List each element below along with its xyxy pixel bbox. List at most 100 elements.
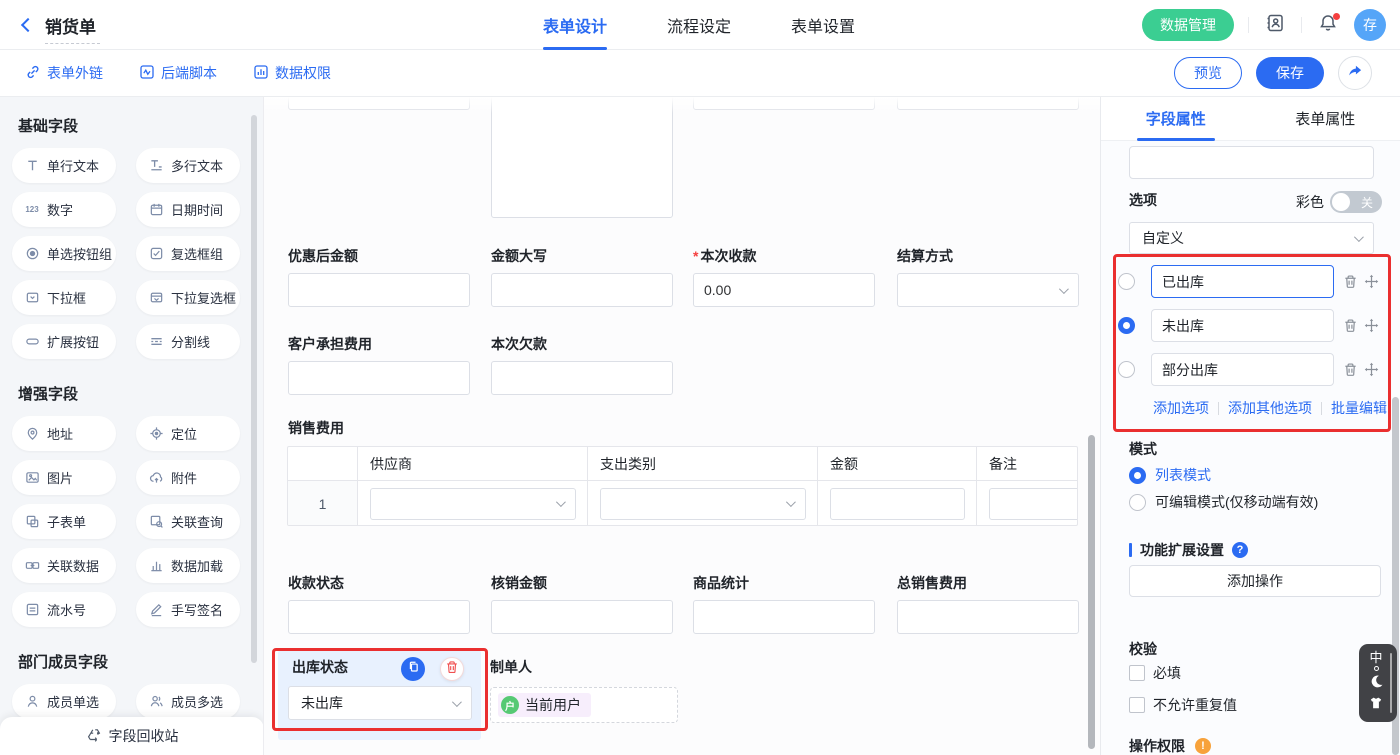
number-input[interactable]: 0.00 — [693, 273, 875, 307]
move-option-handle[interactable] — [1363, 317, 1380, 334]
option-text-input[interactable]: 部分出库 — [1151, 353, 1334, 386]
field-current-payment[interactable]: *本次收款 0.00 — [693, 248, 875, 307]
field-writeoff-amount[interactable]: 核销金额 — [491, 575, 673, 634]
delete-field-button[interactable] — [440, 657, 464, 681]
page-title[interactable]: 销货单 — [45, 13, 100, 44]
field-image[interactable]: 图片 — [12, 460, 116, 495]
maker-field-box[interactable]: 户 当前用户 — [490, 687, 678, 723]
select-input[interactable] — [897, 273, 1079, 307]
mode-editable-option[interactable]: 可编辑模式(仅移动端有效) — [1129, 492, 1318, 512]
canvas-scrollbar[interactable] — [1088, 435, 1095, 749]
mode-list-option[interactable]: 列表模式 — [1129, 465, 1211, 485]
mode-radio-selected[interactable] — [1129, 467, 1146, 484]
clipped-input-1[interactable] — [288, 97, 470, 110]
share-button[interactable] — [1338, 56, 1372, 90]
language-zh-icon[interactable]: 中 — [1369, 651, 1382, 664]
field-multi-line-text[interactable]: 多行文本 — [136, 148, 240, 183]
text-input[interactable] — [897, 600, 1079, 634]
field-divider[interactable]: 分割线 — [136, 324, 240, 359]
form-link-button[interactable]: 表单外链 — [25, 63, 103, 83]
user-avatar[interactable]: 存 — [1354, 9, 1386, 41]
copy-field-button[interactable] — [401, 657, 425, 681]
option-source-select[interactable]: 自定义 — [1129, 222, 1374, 254]
text-input[interactable] — [693, 600, 875, 634]
outbound-status-select[interactable]: 未出库 — [288, 686, 472, 720]
back-button[interactable] — [16, 13, 40, 37]
tab-form-design[interactable]: 表单设计 — [543, 0, 607, 50]
option-radio-selected[interactable] — [1118, 317, 1135, 334]
field-data-load[interactable]: 数据加载 — [136, 548, 240, 583]
field-attachment[interactable]: 附件 — [136, 460, 240, 495]
text-input[interactable] — [491, 273, 673, 307]
field-multi-dropdown[interactable]: 下拉复选框 — [136, 280, 240, 315]
contacts-button[interactable] — [1263, 13, 1287, 37]
dark-mode-moon-icon[interactable] — [1369, 674, 1384, 694]
field-single-line-text[interactable]: 单行文本 — [12, 148, 116, 183]
theme-shirt-icon[interactable] — [1369, 696, 1383, 715]
field-geolocation[interactable]: 定位 — [136, 416, 240, 451]
expense-category-select[interactable] — [600, 488, 806, 520]
mode-radio[interactable] — [1129, 494, 1146, 511]
field-discounted-amount[interactable]: 优惠后金额 — [288, 248, 470, 307]
notification-button[interactable] — [1316, 13, 1340, 37]
option-text-input[interactable]: 已出库 — [1151, 265, 1334, 298]
text-input[interactable] — [288, 600, 470, 634]
option-radio[interactable] — [1118, 361, 1135, 378]
field-product-stats[interactable]: 商品统计 — [693, 575, 875, 634]
field-current-arrears[interactable]: 本次欠款 — [491, 336, 673, 395]
delete-option-button[interactable] — [1342, 273, 1359, 290]
field-datetime[interactable]: 日期时间 — [136, 192, 240, 227]
clipped-input-2[interactable] — [693, 97, 875, 110]
field-customer-fee[interactable]: 客户承担费用 — [288, 336, 470, 395]
sidebar-scrollbar[interactable] — [251, 115, 257, 663]
field-address[interactable]: 地址 — [12, 416, 116, 451]
amount-input[interactable] — [830, 488, 965, 520]
help-icon[interactable]: ? — [1232, 542, 1248, 558]
tab-field-properties[interactable]: 字段属性 — [1101, 97, 1251, 140]
field-dropdown[interactable]: 下拉框 — [12, 280, 116, 315]
no-duplicate-checkbox[interactable] — [1129, 697, 1145, 713]
text-input[interactable] — [288, 361, 470, 395]
add-other-option-link[interactable]: 添加其他选项 — [1228, 398, 1312, 418]
field-recycle-bin[interactable]: 字段回收站 — [0, 717, 264, 755]
field-settlement-method[interactable]: 结算方式 — [897, 248, 1079, 307]
batch-edit-link[interactable]: 批量编辑 — [1331, 398, 1387, 418]
preview-button[interactable]: 预览 — [1174, 57, 1242, 89]
color-toggle[interactable]: 关 — [1330, 191, 1382, 213]
option-radio[interactable] — [1118, 273, 1135, 290]
clipped-textarea[interactable] — [491, 97, 673, 218]
add-action-button[interactable]: 添加操作 — [1129, 565, 1381, 597]
field-member-multi[interactable]: 成员多选 — [136, 684, 240, 719]
move-option-handle[interactable] — [1363, 361, 1380, 378]
data-manage-button[interactable]: 数据管理 — [1142, 9, 1234, 41]
field-total-sales-fee[interactable]: 总销售费用 — [897, 575, 1079, 634]
field-member-single[interactable]: 成员单选 — [12, 684, 116, 719]
tab-flow-setting[interactable]: 流程设定 — [667, 0, 731, 50]
field-linked-data[interactable]: 关联数据 — [12, 548, 116, 583]
backend-script-button[interactable]: 后端脚本 — [139, 63, 217, 83]
field-title-input[interactable] — [1129, 146, 1374, 179]
field-checkbox-group[interactable]: 复选框组 — [136, 236, 240, 271]
field-serial-number[interactable]: 流水号 — [12, 592, 116, 627]
add-option-link[interactable]: 添加选项 — [1153, 398, 1209, 418]
remark-input[interactable] — [989, 488, 1078, 520]
move-option-handle[interactable] — [1363, 273, 1380, 290]
supplier-select[interactable] — [370, 488, 576, 520]
field-radio-group[interactable]: 单选按钮组 — [12, 236, 116, 271]
option-text-input[interactable]: 未出库 — [1151, 309, 1334, 342]
required-checkbox[interactable] — [1129, 665, 1145, 681]
required-check-row[interactable]: 必填 — [1129, 663, 1181, 683]
selected-field-label[interactable]: 出库状态 — [292, 657, 348, 677]
text-input[interactable] — [491, 600, 673, 634]
delete-option-button[interactable] — [1342, 317, 1359, 334]
delete-option-button[interactable] — [1342, 361, 1359, 378]
field-signature[interactable]: 手写签名 — [136, 592, 240, 627]
browser-extension-widget[interactable]: 中 — [1359, 644, 1397, 722]
text-input[interactable] — [288, 273, 470, 307]
no-duplicate-check-row[interactable]: 不允许重复值 — [1129, 695, 1237, 715]
save-button[interactable]: 保存 — [1256, 57, 1324, 89]
clipped-input-3[interactable] — [897, 97, 1079, 110]
data-permission-button[interactable]: 数据权限 — [253, 63, 331, 83]
field-amount-in-words[interactable]: 金额大写 — [491, 248, 673, 307]
text-input[interactable] — [491, 361, 673, 395]
